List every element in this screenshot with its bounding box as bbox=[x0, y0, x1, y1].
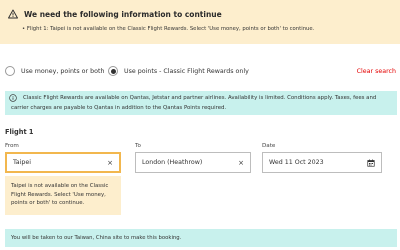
radio-circle-selected[interactable] bbox=[108, 66, 118, 76]
warning-title: We need the following information to con… bbox=[24, 9, 222, 19]
warning-title-row: We need the following information to con… bbox=[8, 9, 222, 19]
to-field[interactable]: London (Heathrow) × bbox=[135, 152, 251, 173]
from-label: From bbox=[5, 143, 19, 149]
use-money-points-label: Use money, points or both bbox=[21, 67, 105, 75]
from-error-text: Taipei is not available on the Classic F… bbox=[11, 183, 109, 206]
from-value[interactable]: Taipei bbox=[13, 159, 107, 166]
redirect-notice: You will be taken to our Taiwan, China s… bbox=[5, 229, 397, 247]
date-value[interactable]: Wed 11 Oct 2023 bbox=[269, 159, 367, 166]
to-label: To bbox=[135, 143, 141, 149]
clear-search-link[interactable]: Clear search bbox=[357, 68, 396, 75]
fare-type-selector: Use money, points or both Use points - C… bbox=[5, 66, 397, 80]
use-points-label: Use points - Classic Flight Rewards only bbox=[124, 67, 249, 75]
from-error-message: Taipei is not available on the Classic F… bbox=[5, 176, 121, 215]
use-points-radio[interactable]: Use points - Classic Flight Rewards only bbox=[108, 66, 249, 76]
use-money-points-radio[interactable]: Use money, points or both bbox=[5, 66, 104, 76]
date-label: Date bbox=[262, 143, 276, 149]
warning-panel: We need the following information to con… bbox=[0, 0, 400, 44]
warning-icon bbox=[8, 9, 18, 19]
to-value[interactable]: London (Heathrow) bbox=[142, 159, 238, 166]
flight-heading: Flight 1 bbox=[5, 128, 34, 136]
info-panel: Classic Flight Rewards are available on … bbox=[5, 91, 397, 115]
radio-dot bbox=[110, 68, 116, 74]
redirect-text: You will be taken to our Taiwan, China s… bbox=[11, 235, 182, 241]
info-text: Classic Flight Rewards are available on … bbox=[11, 95, 377, 111]
from-field[interactable]: Taipei × bbox=[5, 152, 121, 173]
warning-item: • Flight 1: Taipei is not available on t… bbox=[22, 26, 315, 32]
calendar-icon[interactable] bbox=[367, 159, 375, 167]
clear-from-icon[interactable]: × bbox=[107, 159, 113, 167]
date-field[interactable]: Wed 11 Oct 2023 bbox=[262, 152, 382, 173]
clear-to-icon[interactable]: × bbox=[238, 159, 244, 167]
radio-circle-unselected[interactable] bbox=[5, 66, 15, 76]
